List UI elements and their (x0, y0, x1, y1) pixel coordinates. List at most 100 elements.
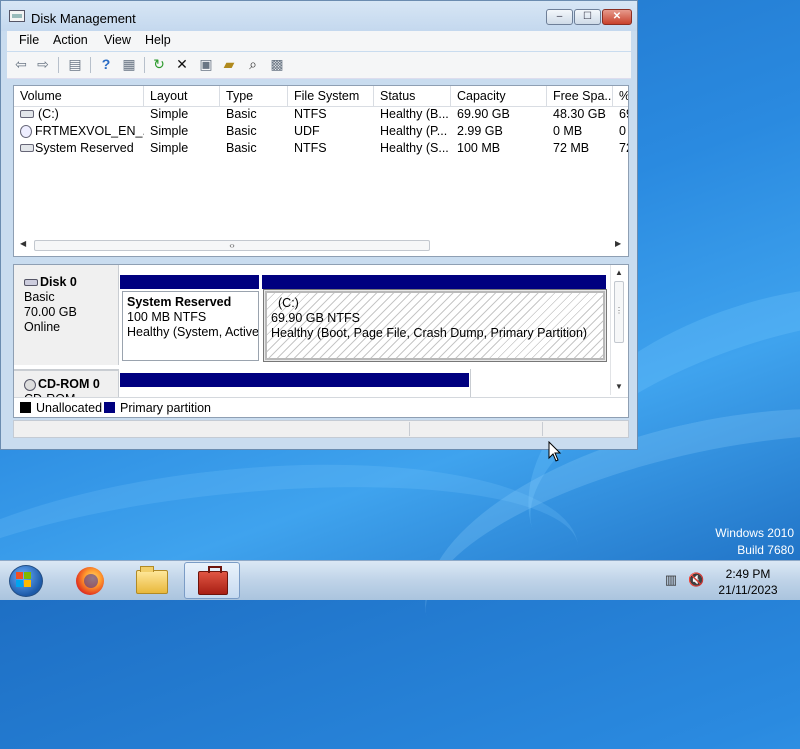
volume-list: Volume Layout Type File System Status Ca… (13, 85, 629, 257)
legend-unallocated-swatch (20, 402, 31, 413)
volume-icon (20, 110, 34, 118)
volume-icon (20, 144, 34, 152)
menu-view[interactable]: View (104, 33, 131, 47)
menu-file[interactable]: File (19, 33, 39, 47)
volume-type: Basic (226, 124, 257, 138)
volume-row[interactable]: FRTMEXVOL_EN_... Simple Basic UDF Health… (14, 123, 628, 140)
volume-status: Healthy (S... (380, 141, 449, 155)
column-free-space[interactable]: Free Spa... (547, 86, 613, 106)
firefox-icon (76, 567, 104, 595)
disk-management-icon (198, 566, 228, 595)
partition-bar-system-reserved (120, 275, 259, 289)
settings-icon[interactable]: ▩ (268, 56, 286, 73)
legend-unallocated-label: Unallocated (36, 401, 103, 415)
partition-system-reserved[interactable]: System Reserved 100 MB NTFS Healthy (Sys… (122, 291, 259, 361)
menu-help[interactable]: Help (145, 33, 171, 47)
forward-icon[interactable]: ⇨ (34, 56, 52, 73)
mouse-cursor-icon (548, 441, 562, 462)
volume-pct: 0 (619, 124, 626, 138)
open-icon[interactable]: ▣ (197, 56, 215, 73)
console-tree-icon[interactable]: ▤ (66, 56, 84, 73)
close-button[interactable]: ✕ (602, 9, 632, 25)
status-divider (542, 422, 543, 436)
search-icon[interactable]: ⌕ (244, 56, 262, 73)
column-percent-free[interactable]: % (613, 86, 628, 106)
app-icon (9, 10, 25, 22)
partition-bar-cdrom (120, 373, 469, 387)
volume-name: FRTMEXVOL_EN_... (35, 124, 144, 138)
column-layout[interactable]: Layout (144, 86, 220, 106)
window-title: Disk Management (31, 11, 136, 26)
maximize-button[interactable]: ☐ (574, 9, 601, 25)
back-icon[interactable]: ⇦ (12, 56, 30, 73)
disk-0-size: 70.00 GB (24, 305, 77, 319)
system-clock[interactable]: 2:49 PM 21/11/2023 (708, 566, 788, 598)
cd-drive-icon (24, 378, 36, 391)
scroll-left-icon[interactable]: ◀ (20, 239, 26, 248)
toolbar-separator (144, 57, 145, 73)
watermark-edition: Windows 2010 (715, 526, 794, 540)
column-type[interactable]: Type (220, 86, 288, 106)
volume-type: Basic (226, 107, 257, 121)
column-capacity[interactable]: Capacity (451, 86, 547, 106)
network-icon[interactable]: ▥ (664, 573, 678, 587)
explore-icon[interactable]: ▰ (220, 56, 238, 73)
volume-capacity: 2.99 GB (457, 124, 503, 138)
volume-pct: 72 (619, 141, 628, 155)
volume-fs: UDF (294, 124, 320, 138)
scroll-down-icon[interactable]: ▼ (615, 382, 623, 391)
legend-primary-label: Primary partition (120, 401, 211, 415)
volume-fs: NTFS (294, 141, 327, 155)
minimize-button[interactable]: – (546, 9, 573, 25)
partition-status: Healthy (Boot, Page File, Crash Dump, Pr… (271, 326, 588, 340)
toolbar-separator (58, 57, 59, 73)
partition-name: System Reserved (127, 295, 232, 309)
volume-muted-icon[interactable]: 🔇 (688, 573, 704, 587)
partition-size: 100 MB NTFS (127, 310, 207, 324)
volume-free: 72 MB (553, 141, 590, 155)
volume-row[interactable]: (C:) Simple Basic NTFS Healthy (B... 69.… (14, 106, 628, 123)
disk-0-state: Online (24, 320, 61, 334)
refresh-icon[interactable]: ↻ (150, 56, 168, 73)
disk-0-type: Basic (24, 290, 55, 304)
volume-row[interactable]: System Reserved Simple Basic NTFS Health… (14, 140, 628, 157)
volume-free: 0 MB (553, 124, 583, 138)
cdrom-0-label[interactable]: CD-ROM 0 CD-ROM (14, 369, 119, 406)
cdrom-0-name: CD-ROM 0 (38, 377, 100, 391)
toolbar: ⇦ ⇨ ▤ ? ▦ ↻ ✕ ▣ ▰ ⌕ ▩ (7, 52, 631, 79)
column-file-system[interactable]: File System (288, 86, 374, 106)
column-status[interactable]: Status (374, 86, 451, 106)
menu-action[interactable]: Action (53, 33, 88, 47)
title-bar[interactable]: Disk Management – ☐ ✕ (1, 1, 637, 31)
taskbar-file-explorer[interactable] (124, 562, 180, 599)
clock-date: 21/11/2023 (718, 583, 778, 597)
volume-list-header: Volume Layout Type File System Status Ca… (14, 86, 628, 107)
windows-logo-icon (16, 572, 32, 588)
volume-type: Basic (226, 141, 257, 155)
help-icon[interactable]: ? (97, 56, 115, 73)
taskbar-firefox[interactable] (62, 562, 118, 599)
status-divider (409, 422, 410, 436)
horizontal-scrollbar[interactable]: ◀ ‹› ▶ (14, 236, 628, 254)
disk-0-label[interactable]: Disk 0 Basic 70.00 GB Online (14, 265, 119, 365)
volume-layout: Simple (150, 141, 189, 155)
partition-status: Healthy (System, Active, Primary Partiti… (127, 325, 258, 339)
clock-time: 2:49 PM (725, 567, 771, 581)
scroll-right-icon[interactable]: ▶ (615, 239, 621, 248)
partition-size: 69.90 GB NTFS (271, 311, 360, 325)
taskbar-disk-management[interactable] (184, 562, 240, 599)
vertical-scroll-thumb[interactable]: ⋮ (614, 281, 624, 343)
delete-icon[interactable]: ✕ (173, 56, 191, 73)
menu-bar: File Action View Help (7, 31, 631, 51)
horizontal-scroll-thumb[interactable]: ‹› (34, 240, 430, 251)
vertical-scrollbar[interactable]: ▲ ⋮ ▼ (610, 265, 628, 395)
volume-layout: Simple (150, 107, 189, 121)
volume-status: Healthy (B... (380, 107, 449, 121)
partition-c[interactable]: (C:) 69.90 GB NTFS Healthy (Boot, Page F… (265, 291, 605, 360)
start-button[interactable] (6, 563, 48, 599)
scroll-up-icon[interactable]: ▲ (615, 268, 623, 277)
desktop-watermark: Windows 2010 Build 7680 (715, 525, 794, 559)
disk-graphical-view: Disk 0 Basic 70.00 GB Online System Rese… (13, 264, 629, 418)
properties-icon[interactable]: ▦ (120, 56, 138, 73)
column-volume[interactable]: Volume (14, 86, 144, 106)
